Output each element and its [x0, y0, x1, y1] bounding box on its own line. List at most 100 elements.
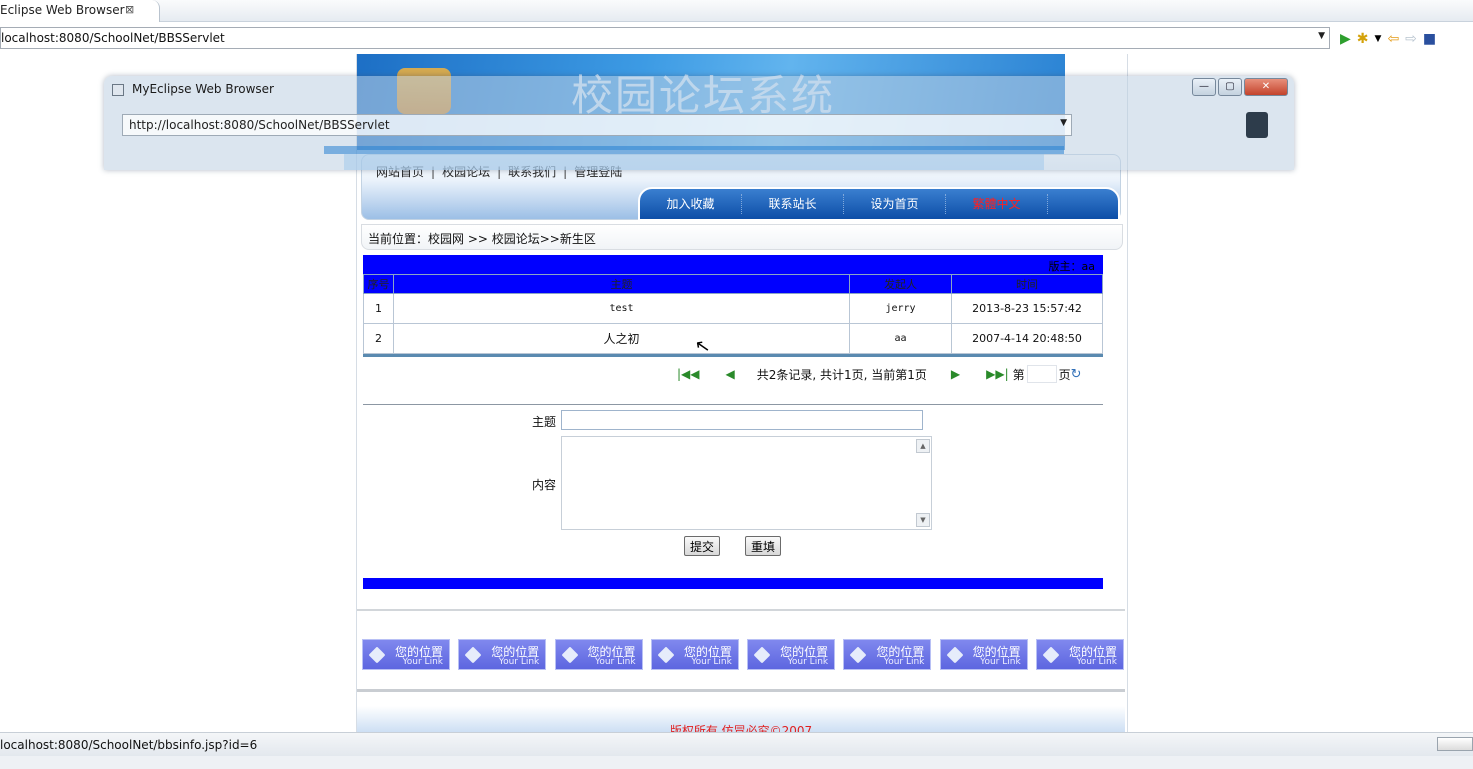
window-icon [112, 84, 124, 96]
diamond-icon [1042, 646, 1060, 664]
friend-links: 您的位置 Your Link 您的位置 Your Link 您的位置 Your Lin… [362, 639, 1124, 670]
window-controls: — ▢ ✕ [1190, 78, 1288, 96]
friend-link[interactable]: 您的位置 Your Link [458, 639, 547, 670]
friend-link[interactable]: 您的位置 Your Link [1035, 639, 1124, 670]
favorites-icon[interactable]: ✱ [1357, 31, 1369, 47]
first-page-icon[interactable]: |◀◀ [677, 367, 700, 381]
divider [363, 404, 1103, 405]
page-footer: 版权所有 仿冒必究©2007 [357, 706, 1125, 732]
ghost-url-dropdown-icon[interactable]: ▼ [1060, 118, 1067, 128]
ghost-toolbar-icon [1246, 112, 1268, 138]
divider [357, 689, 1125, 692]
link-en: Your Link [980, 657, 1021, 667]
row-no: 1 [363, 293, 394, 324]
topic-link[interactable]: 人之初 [393, 323, 850, 354]
close-icon[interactable]: ✕ [1244, 78, 1288, 96]
row-no: 2 [363, 323, 394, 354]
url-dropdown-icon[interactable]: ▼ [1318, 31, 1325, 41]
table-row: 2 人之初 aa 2007-4-14 20:48:50 [363, 323, 1103, 354]
friend-link[interactable]: 您的位置 Your Link [939, 639, 1028, 670]
url-text: localhost:8080/SchoolNet/BBSServlet [1, 31, 225, 45]
friend-link[interactable]: 您的位置 Your Link [554, 639, 643, 670]
forward-icon[interactable]: ⇨ [1405, 31, 1417, 47]
friend-link[interactable]: 您的位置 Your Link [747, 639, 836, 670]
ghost-window-title: MyEclipse Web Browser [132, 82, 274, 96]
ghost-banner-strip [344, 154, 1044, 170]
editor-tab-bar: Eclipse Web Browser ⊠ [0, 0, 1473, 22]
topic-table: 版主：aa 序号 主题 发起人 时间 1 test jerry 2013-8-2… [363, 255, 1103, 357]
go-icon[interactable]: ▶ [1340, 31, 1351, 47]
ghost-url-text: http://localhost:8080/SchoolNet/BBSServl… [129, 118, 390, 132]
link-en: Your Link [595, 657, 636, 667]
next-page-icon[interactable]: ▶ [951, 367, 960, 381]
table-row: 1 test jerry 2013-8-23 15:57:42 [363, 293, 1103, 324]
tab-close-icon[interactable]: ⊠ [125, 3, 134, 16]
browser-tab-label: Eclipse Web Browser [0, 3, 125, 17]
link-en: Your Link [1076, 657, 1117, 667]
content-textarea[interactable]: ▲ ▼ [561, 436, 932, 530]
scroll-down-icon[interactable]: ▼ [916, 513, 930, 527]
bottom-strip [0, 756, 1473, 769]
row-time: 2013-8-23 15:57:42 [951, 293, 1103, 324]
friend-link[interactable]: 您的位置 Your Link [843, 639, 932, 670]
pagination: |◀◀ ◀ 共2条记录, 共计1页, 当前第1页 ▶ ▶▶| 第 页 ↻ [677, 364, 1107, 384]
diamond-icon [464, 646, 482, 664]
link-en: Your Link [691, 657, 732, 667]
toolbar-icons: ▶ ✱ ▼ ⇦ ⇨ ■ [1340, 29, 1436, 49]
stop-icon[interactable]: ■ [1423, 31, 1436, 47]
column-header-time: 时间 [951, 274, 1103, 294]
column-header-no: 序号 [363, 274, 394, 294]
moderator-label: 版主：aa [363, 255, 1103, 274]
subject-input[interactable] [561, 410, 923, 430]
add-favorite-link[interactable]: 加入收藏 [640, 194, 742, 214]
row-author: jerry [849, 293, 952, 324]
browser-tab[interactable]: Eclipse Web Browser ⊠ [0, 0, 160, 22]
back-icon[interactable]: ⇦ [1387, 31, 1399, 47]
minimize-icon[interactable]: — [1192, 78, 1216, 96]
subject-label: 主题 [532, 415, 557, 429]
table-header-row: 序号 主题 发起人 时间 [363, 274, 1103, 294]
submit-button[interactable]: 提交 [684, 536, 721, 556]
diamond-icon [753, 646, 771, 664]
contact-admin-link[interactable]: 联系站长 [742, 194, 844, 214]
ghost-browser-window: MyEclipse Web Browser — ▢ ✕ http://local… [104, 76, 1294, 170]
progress-indicator [1437, 737, 1473, 751]
url-field[interactable]: localhost:8080/SchoolNet/BBSServlet ▼ [0, 27, 1330, 49]
diamond-icon [946, 646, 964, 664]
browser-toolbar: localhost:8080/SchoolNet/BBSServlet ▼ ▶ … [0, 26, 1473, 50]
set-homepage-link[interactable]: 设为首页 [844, 194, 946, 214]
row-author: aa [849, 323, 952, 354]
content-label: 内容 [532, 478, 557, 492]
page-number-input[interactable] [1026, 365, 1057, 383]
ghost-url-field[interactable]: http://localhost:8080/SchoolNet/BBSServl… [122, 114, 1072, 136]
nav-pill-menu: 加入收藏 联系站长 设为首页 繁體中文 [638, 187, 1120, 221]
maximize-icon[interactable]: ▢ [1218, 78, 1242, 96]
column-header-topic: 主题 [393, 274, 850, 294]
go-page-icon[interactable]: ↻ [1071, 367, 1082, 382]
diamond-icon [657, 646, 675, 664]
ghost-banner-strip [324, 146, 1064, 154]
breadcrumb: 当前位置：校园网 >> 校园论坛>>新生区 [361, 224, 1123, 250]
row-time: 2007-4-14 20:48:50 [951, 323, 1103, 354]
friend-link[interactable]: 您的位置 Your Link [362, 639, 450, 670]
table-bottom-rule [363, 354, 1103, 357]
link-en: Your Link [402, 657, 443, 667]
favorites-dropdown-icon[interactable]: ▼ [1375, 31, 1382, 47]
page-suffix: 页 [1058, 367, 1071, 382]
blue-divider-bar [363, 578, 1103, 589]
divider [357, 609, 1125, 611]
reset-button[interactable]: 重填 [745, 536, 782, 556]
diamond-icon [561, 646, 579, 664]
prev-page-icon[interactable]: ◀ [726, 367, 735, 381]
scroll-up-icon[interactable]: ▲ [916, 439, 930, 453]
traditional-chinese-link[interactable]: 繁體中文 [946, 194, 1048, 214]
link-en: Your Link [498, 657, 540, 667]
last-page-icon[interactable]: ▶▶| [986, 367, 1009, 381]
column-header-author: 发起人 [849, 274, 952, 294]
status-bar: localhost:8080/SchoolNet/bbsinfo.jsp?id=… [0, 732, 1473, 756]
diamond-icon [368, 646, 386, 664]
page-prefix: 第 [1012, 367, 1025, 382]
friend-link[interactable]: 您的位置 Your Link [650, 639, 739, 670]
topic-list: 序号 主题 发起人 时间 1 test jerry 2013-8-23 15:5… [363, 274, 1103, 354]
topic-link[interactable]: test [393, 293, 850, 324]
